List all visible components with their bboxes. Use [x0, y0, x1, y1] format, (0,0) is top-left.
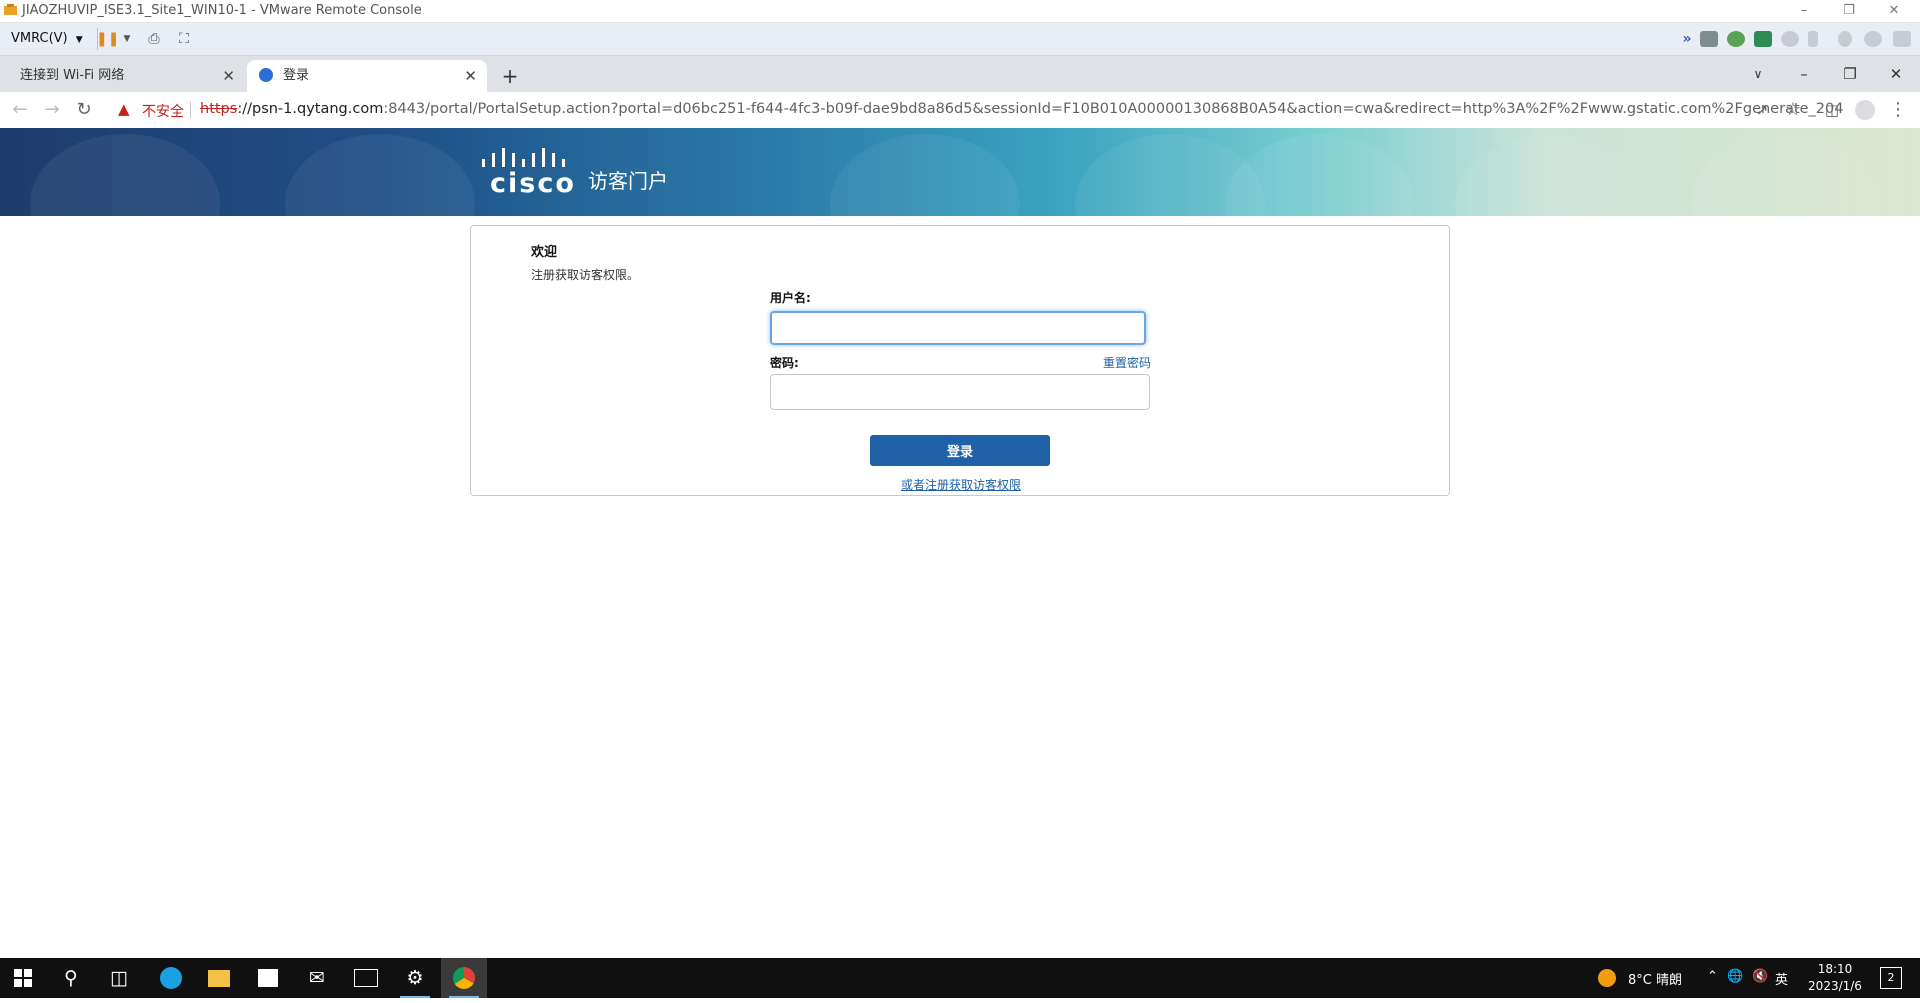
tab-login[interactable]: 登录 ✕ — [247, 60, 487, 92]
settings-gear-icon[interactable]: ⚙ — [392, 958, 438, 998]
weather-text[interactable]: 8°C 晴朗 — [1628, 969, 1682, 988]
vmrc-menu-label: VMRC(V) — [11, 31, 68, 46]
close-icon[interactable]: ✕ — [464, 60, 477, 92]
username-label: 用户名: — [770, 291, 811, 305]
banner-decoration — [1225, 134, 1415, 216]
more-menu-icon[interactable]: ⋮ — [1886, 98, 1910, 122]
sound-card-icon[interactable] — [1781, 31, 1799, 47]
cisco-logo-icon — [482, 148, 565, 167]
vmrc-restore-button[interactable]: ❐ — [1829, 1, 1869, 21]
warning-icon: ▲ — [118, 100, 130, 118]
register-link[interactable]: 或者注册获取访客权限 — [901, 476, 1021, 493]
url-text[interactable]: https://psn-1.qytang.com:8443/portal/Por… — [200, 101, 1843, 117]
close-icon[interactable]: ✕ — [222, 60, 235, 92]
weather-icon[interactable] — [1598, 969, 1616, 987]
profile-avatar-icon[interactable] — [1853, 98, 1877, 122]
camera-icon[interactable] — [1864, 31, 1882, 47]
notification-count: 2 — [1887, 971, 1895, 984]
password-input[interactable] — [770, 374, 1150, 410]
back-icon[interactable]: ← — [8, 98, 32, 122]
taskbar-clock[interactable]: 18:10 2023/1/6 — [1800, 961, 1870, 995]
task-view-icon[interactable]: ◫ — [96, 958, 142, 998]
side-panel-icon[interactable]: ◫ — [1820, 98, 1844, 122]
url-host: ://psn-1.qytang.com — [237, 101, 384, 117]
url-scheme: https — [200, 101, 238, 117]
reset-password-link[interactable]: 重置密码 — [1103, 354, 1151, 371]
browser-toolbar: ← → ↻ ▲ 不安全 https://psn-1.qytang.com:844… — [0, 92, 1920, 129]
forward-icon[interactable]: → — [40, 98, 64, 122]
browser-minimize-button[interactable]: – — [1786, 60, 1822, 88]
username-input[interactable] — [770, 311, 1146, 345]
cisco-logo-text: cisco — [490, 168, 576, 199]
tab-label: 登录 — [283, 68, 310, 83]
terminal-icon[interactable] — [343, 958, 389, 998]
login-card: 欢迎 注册获取访客权限。 用户名: 密码: 重置密码 登录 或者注册获取访客权限 — [470, 225, 1450, 496]
chevron-up-icon[interactable]: ⌃ — [1707, 969, 1718, 984]
reload-icon[interactable]: ↻ — [72, 98, 96, 122]
network-globe-icon[interactable]: 🌐 — [1727, 969, 1743, 984]
address-separator — [190, 102, 191, 118]
input-method-indicator[interactable]: 英 — [1775, 969, 1788, 988]
vmrc-app-icon — [3, 3, 18, 18]
clock-date: 2023/1/6 — [1808, 979, 1862, 993]
network-adapter-2-icon[interactable] — [1754, 31, 1772, 47]
security-label[interactable]: 不安全 — [142, 101, 184, 121]
vmrc-title-bar: JIAOZHUVIP_ISE3.1_Site1_WIN10-1 - VMware… — [0, 0, 1920, 23]
welcome-subtitle: 注册获取访客权限。 — [531, 268, 640, 282]
banner-decoration — [1690, 134, 1880, 216]
vmrc-toolbar: VMRC(V) ▼ ❚❚ ▼ ⎙ ⛶ » — [0, 23, 1920, 56]
password-label: 密码: — [770, 356, 799, 370]
vmrc-window-title: JIAOZHUVIP_ISE3.1_Site1_WIN10-1 - VMware… — [22, 3, 422, 18]
search-icon[interactable]: ⚲ — [48, 958, 94, 998]
chrome-icon[interactable] — [441, 958, 487, 998]
bluetooth-icon[interactable] — [1838, 31, 1852, 47]
tab-label: 连接到 Wi-Fi 网络 — [20, 68, 125, 83]
file-explorer-icon[interactable] — [196, 958, 242, 998]
hard-disk-icon[interactable] — [1700, 31, 1718, 47]
share-icon[interactable]: ↗ — [1750, 98, 1774, 122]
notification-center-icon[interactable]: 2 — [1880, 967, 1902, 989]
vmrc-minimize-button[interactable]: – — [1784, 1, 1824, 21]
volume-muted-icon[interactable]: 🔇 — [1752, 969, 1768, 984]
windows-taskbar: ⚲ ◫ ✉ ⚙ 8°C 晴朗 ⌃ 🌐 🔇 英 18:10 2023/1/6 2 — [0, 958, 1920, 998]
browser-close-button[interactable]: ✕ — [1878, 60, 1914, 88]
banner-decoration — [830, 134, 1020, 216]
pause-icon[interactable]: ❚❚ — [96, 28, 119, 50]
login-button[interactable]: 登录 — [870, 435, 1050, 466]
tab-wifi[interactable]: 连接到 Wi-Fi 网络 ✕ — [0, 60, 245, 92]
tab-search-icon[interactable]: ∨ — [1740, 60, 1776, 88]
welcome-heading: 欢迎 — [531, 245, 558, 260]
banner-decoration — [1455, 134, 1645, 216]
bookmark-star-icon[interactable]: ☆ — [1781, 98, 1805, 122]
new-tab-button[interactable]: + — [498, 60, 522, 92]
network-adapter-icon[interactable] — [1727, 31, 1745, 47]
mail-icon[interactable]: ✉ — [294, 958, 340, 998]
clock-time: 18:10 — [1817, 962, 1853, 976]
edge-icon[interactable] — [148, 958, 194, 998]
start-button[interactable] — [0, 958, 46, 998]
url-path: :8443/portal/PortalSetup.action?portal=d… — [383, 101, 1844, 117]
portal-title: 访客门户 — [588, 169, 668, 193]
expand-more-icon[interactable]: » — [1676, 28, 1698, 50]
chevron-down-icon: ▼ — [75, 35, 83, 45]
browser-tab-strip: 连接到 Wi-Fi 网络 ✕ 登录 ✕ + ∨ – ❐ ✕ — [0, 56, 1920, 92]
globe-icon — [259, 68, 273, 82]
banner-decoration — [285, 134, 475, 216]
printer-icon[interactable] — [1893, 31, 1911, 47]
store-icon[interactable] — [245, 958, 291, 998]
portal-banner: cisco 访客门户 — [0, 128, 1920, 216]
usb-icon[interactable] — [1808, 31, 1818, 47]
fullscreen-icon[interactable]: ⛶ — [173, 28, 195, 50]
vmrc-menu[interactable]: VMRC(V) ▼ — [5, 28, 98, 50]
banner-decoration — [30, 134, 220, 216]
vmrc-close-button[interactable]: ✕ — [1874, 1, 1914, 21]
chevron-down-icon[interactable]: ▼ — [116, 28, 138, 50]
browser-restore-button[interactable]: ❐ — [1832, 60, 1868, 88]
send-ctrl-alt-del-icon[interactable]: ⎙ — [143, 28, 165, 50]
address-bar[interactable]: ▲ 不安全 https://psn-1.qytang.com:8443/port… — [108, 95, 1843, 125]
